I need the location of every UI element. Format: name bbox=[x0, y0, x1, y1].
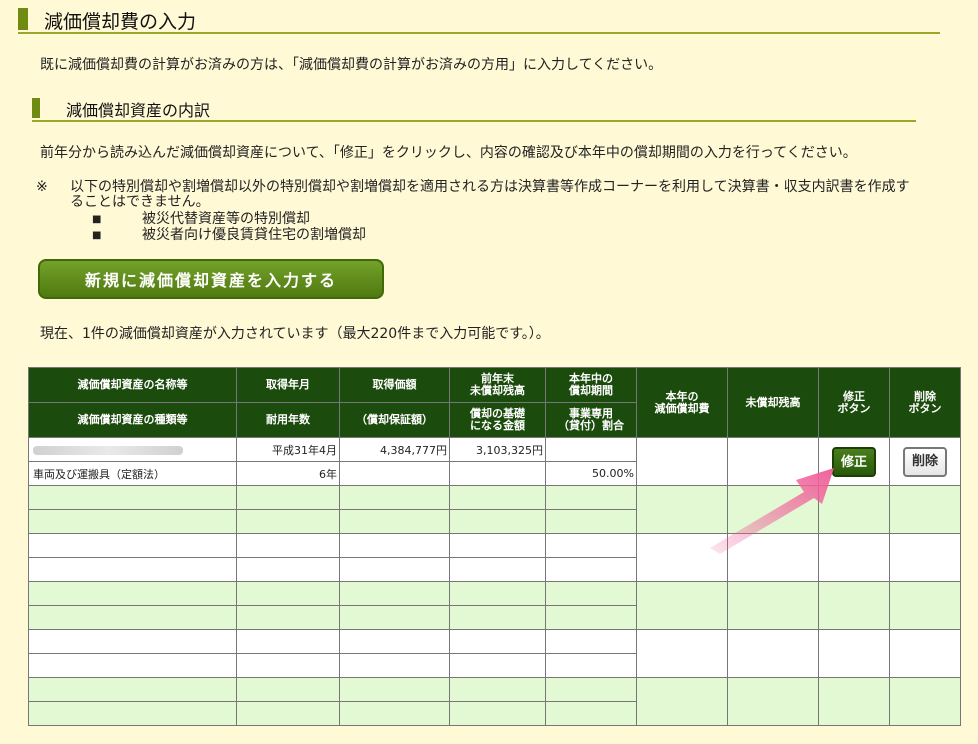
header-delete: 削除 ボタン bbox=[889, 367, 961, 438]
header-asset-type: 減価償却資産の種類等 bbox=[28, 402, 237, 438]
bullet-icon: ■ bbox=[92, 230, 102, 241]
edit-button[interactable]: 修正 bbox=[832, 446, 876, 477]
header-acq-date: 取得年月 bbox=[236, 367, 340, 403]
asset-type-cell: 車両及び運搬具（定額法） bbox=[28, 461, 237, 486]
unamortized-cell bbox=[727, 437, 819, 486]
note-item-label: 被災代替資産等の特別償却 bbox=[142, 211, 310, 227]
header-useful-life: 耐用年数 bbox=[236, 402, 340, 438]
header-acq-price: 取得価額 bbox=[339, 367, 450, 403]
new-asset-button[interactable]: 新規に減価償却資産を入力する bbox=[38, 259, 384, 299]
asset-count-text: 現在、1件の減価償却資産が入力されています（最大220件まで入力可能です。）。 bbox=[40, 326, 550, 342]
current-dep-cell bbox=[636, 437, 728, 486]
subsection-header-bar bbox=[32, 98, 40, 118]
instruction-text: 前年分から読み込んだ減価償却資産について、「修正」をクリックし、内容の確認及び本… bbox=[40, 145, 857, 161]
table-row: 平成31年4月 4,384,777円 3,103,325円 修正 削除 bbox=[28, 437, 961, 486]
business-ratio-cell: 50.00% bbox=[545, 461, 637, 486]
header-current-dep: 本年の 減価償却費 bbox=[636, 367, 728, 438]
section-header: 減価償却費の入力 bbox=[18, 6, 940, 34]
acq-date-cell: 平成31年4月 bbox=[236, 437, 340, 462]
subsection-header: 減価償却資産の内訳 bbox=[32, 96, 916, 122]
header-period: 本年中の 償却期間 bbox=[545, 367, 637, 403]
header-business-ratio: 事業専用 （貸付）割合 bbox=[545, 402, 637, 438]
header-basis: 償却の基礎 になる金額 bbox=[449, 402, 546, 438]
note-item-label: 被災者向け優良賃貸住宅の割増償却 bbox=[142, 227, 366, 243]
section-title: 減価償却費の入力 bbox=[44, 11, 197, 33]
table-row bbox=[28, 581, 961, 630]
prev-balance-cell: 3,103,325円 bbox=[449, 437, 546, 462]
bullet-icon: ■ bbox=[92, 214, 102, 225]
delete-button[interactable]: 削除 bbox=[903, 446, 947, 477]
table-row bbox=[28, 485, 961, 534]
acq-price-cell: 4,384,777円 bbox=[339, 437, 450, 462]
useful-life-cell: 6年 bbox=[236, 461, 340, 486]
header-edit: 修正 ボタン bbox=[818, 367, 890, 438]
header-unamortized: 未償却残高 bbox=[727, 367, 819, 438]
table-row bbox=[28, 629, 961, 678]
table-row bbox=[28, 677, 961, 726]
header-asset-name: 減価償却資産の名称等 bbox=[28, 367, 237, 403]
redacted-asset-name bbox=[33, 445, 183, 455]
period-cell bbox=[545, 437, 637, 462]
edit-cell: 修正 bbox=[818, 437, 890, 486]
asset-name-cell bbox=[28, 437, 237, 462]
note-mark: ※ bbox=[36, 179, 48, 195]
header-guarantee: （償却保証額） bbox=[339, 402, 450, 438]
guarantee-cell bbox=[339, 461, 450, 486]
intro-text: 既に減価償却費の計算がお済みの方は、「減価償却費の計算がお済みの方用」に入力して… bbox=[40, 57, 663, 73]
delete-cell: 削除 bbox=[889, 437, 961, 486]
header-prev-balance: 前年末 未償却残高 bbox=[449, 367, 546, 403]
section-header-bar bbox=[18, 8, 28, 30]
table-row bbox=[28, 533, 961, 582]
subsection-title: 減価償却資産の内訳 bbox=[66, 101, 211, 120]
basis-cell bbox=[449, 461, 546, 486]
asset-table: 減価償却資産の名称等 取得年月 取得価額 前年末 未償却残高 本年中の 償却期間… bbox=[28, 367, 961, 726]
note-text: 以下の特別償却や割増償却以外の特別償却や割増償却を適用される方は決算書等作成コー… bbox=[70, 179, 910, 210]
